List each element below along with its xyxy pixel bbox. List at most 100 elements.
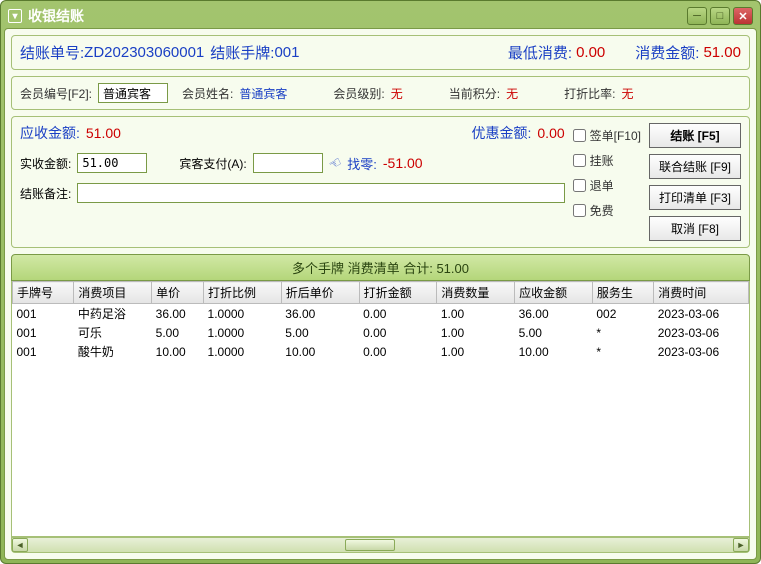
window: ▾ 收银结账 ─ □ ✕ 结账单号:ZD202303060001 结账手牌: 00… [0, 0, 761, 564]
bill-no-label: 结账单号: [20, 42, 84, 63]
table-cell: 0.00 [359, 323, 437, 342]
free-checkbox[interactable]: 免费 [573, 202, 641, 219]
table-cell: 5.00 [281, 323, 359, 342]
receivable-value: 51.00 [86, 125, 121, 141]
table-row[interactable]: 001中药足浴36.001.000036.000.001.0036.000022… [13, 304, 749, 324]
table-cell: 36.00 [515, 304, 593, 324]
table-cell: * [592, 342, 653, 361]
table-cell: 1.00 [437, 323, 515, 342]
amount-label: 消费金额: [635, 42, 699, 63]
table-cell: * [592, 323, 653, 342]
print-button[interactable]: 打印清单 [F3] [649, 185, 741, 210]
header-panel: 结账单号:ZD202303060001 结账手牌:001 最低消费:0.00 消… [11, 35, 750, 70]
remark-label: 结账备注: [20, 185, 71, 202]
column-header[interactable]: 打折比例 [204, 282, 282, 304]
sign-checkbox[interactable]: 签单[F10] [573, 127, 641, 144]
horizontal-scrollbar[interactable]: ◄ ► [11, 537, 750, 553]
member-name-value: 普通宾客 [239, 85, 287, 102]
amount-value: 51.00 [703, 44, 741, 61]
table-cell: 中药足浴 [74, 304, 152, 324]
table-cell: 2023-03-06 [654, 304, 749, 324]
actual-input[interactable] [77, 153, 147, 173]
close-button[interactable]: ✕ [733, 7, 753, 25]
column-header[interactable]: 打折金额 [359, 282, 437, 304]
column-header[interactable]: 应收金额 [515, 282, 593, 304]
cancel-button[interactable]: 取消 [F8] [649, 216, 741, 241]
member-panel: 会员编号[F2]: 会员姓名: 普通宾客 会员级别: 无 当前积分: 无 打折比… [11, 76, 750, 110]
list-section: 多个手牌 消费清单 合计: 51.00 手牌号消费项目单价打折比例折后单价打折金… [11, 254, 750, 553]
window-title: 收银结账 [28, 6, 84, 26]
guest-input[interactable] [253, 153, 323, 173]
table-row[interactable]: 001可乐5.001.00005.000.001.005.00*2023-03-… [13, 323, 749, 342]
credit-checkbox[interactable]: 挂账 [573, 152, 641, 169]
table-cell: 36.00 [152, 304, 204, 324]
member-level-value: 无 [391, 85, 403, 102]
table-cell: 10.00 [152, 342, 204, 361]
system-menu-icon[interactable]: ▾ [8, 9, 22, 23]
titlebar: ▾ 收银结账 ─ □ ✕ [4, 4, 757, 28]
scroll-left-button[interactable]: ◄ [12, 538, 28, 552]
table-cell: 5.00 [152, 323, 204, 342]
coupon-label: 优惠金额: [472, 123, 532, 143]
checkbox-column: 签单[F10] 挂账 退单 免费 [573, 123, 641, 241]
table-cell: 可乐 [74, 323, 152, 342]
member-no-label: 会员编号[F2]: [20, 85, 92, 102]
hand-label: 结账手牌: [210, 42, 274, 63]
min-label: 最低消费: [508, 42, 572, 63]
column-header[interactable]: 折后单价 [281, 282, 359, 304]
member-level-label: 会员级别: [333, 85, 384, 102]
member-name-label: 会员姓名: [182, 85, 233, 102]
table-wrap[interactable]: 手牌号消费项目单价打折比例折后单价打折金额消费数量应收金额服务生消费时间 001… [11, 281, 750, 537]
scroll-track[interactable] [30, 539, 731, 551]
member-no-input[interactable] [98, 83, 168, 103]
column-header[interactable]: 手牌号 [13, 282, 74, 304]
table-row[interactable]: 001酸牛奶10.001.000010.000.001.0010.00*2023… [13, 342, 749, 361]
table-cell: 1.0000 [204, 323, 282, 342]
column-header[interactable]: 消费时间 [654, 282, 749, 304]
table-cell: 10.00 [515, 342, 593, 361]
remark-input[interactable] [77, 183, 564, 203]
column-header[interactable]: 单价 [152, 282, 204, 304]
table-cell: 001 [13, 304, 74, 324]
table-cell: 1.0000 [204, 342, 282, 361]
change-value: -51.00 [383, 155, 423, 171]
column-header[interactable]: 消费项目 [74, 282, 152, 304]
window-body: 结账单号:ZD202303060001 结账手牌: 001 最低消费: 0.00 消… [4, 28, 757, 560]
scroll-thumb[interactable] [345, 539, 395, 551]
table-cell: 0.00 [359, 304, 437, 324]
table-cell: 10.00 [281, 342, 359, 361]
column-header[interactable]: 服务生 [592, 282, 653, 304]
table-cell: 001 [13, 323, 74, 342]
member-discount-value: 无 [621, 85, 633, 102]
union-checkout-button[interactable]: 联合结账 [F9] [649, 154, 741, 179]
consumption-table: 手牌号消费项目单价打折比例折后单价打折金额消费数量应收金额服务生消费时间 001… [12, 281, 749, 361]
refund-checkbox[interactable]: 退单 [573, 177, 641, 194]
minimize-button[interactable]: ─ [687, 7, 707, 25]
table-cell: 002 [592, 304, 653, 324]
button-column: 结账 [F5] 联合结账 [F9] 打印清单 [F3] 取消 [F8] [649, 123, 741, 241]
list-header: 多个手牌 消费清单 合计: 51.00 [11, 254, 750, 281]
hand-icon: ☜ [325, 152, 344, 173]
scroll-right-button[interactable]: ► [733, 538, 749, 552]
maximize-button[interactable]: □ [710, 7, 730, 25]
checkout-button[interactable]: 结账 [F5] [649, 123, 741, 148]
guest-label: 宾客支付(A): [179, 155, 246, 172]
member-discount-label: 打折比率: [564, 85, 615, 102]
table-cell: 1.00 [437, 304, 515, 324]
table-cell: 1.0000 [204, 304, 282, 324]
table-cell: 2023-03-06 [654, 342, 749, 361]
bill-no-value: ZD202303060001 [84, 44, 204, 61]
member-points-value: 无 [506, 85, 518, 102]
table-cell: 36.00 [281, 304, 359, 324]
table-cell: 5.00 [515, 323, 593, 342]
table-cell: 2023-03-06 [654, 323, 749, 342]
column-header[interactable]: 消费数量 [437, 282, 515, 304]
table-cell: 0.00 [359, 342, 437, 361]
table-cell: 1.00 [437, 342, 515, 361]
change-label: 找零: [347, 154, 377, 173]
payment-left: 应收金额: 51.00 优惠金额: 0.00 实收金额: 宾客支付(A): ☜ … [20, 123, 565, 241]
payment-panel: 应收金额: 51.00 优惠金额: 0.00 实收金额: 宾客支付(A): ☜ … [11, 116, 750, 248]
coupon-value: 0.00 [537, 125, 564, 141]
table-cell: 001 [13, 342, 74, 361]
table-cell: 酸牛奶 [74, 342, 152, 361]
